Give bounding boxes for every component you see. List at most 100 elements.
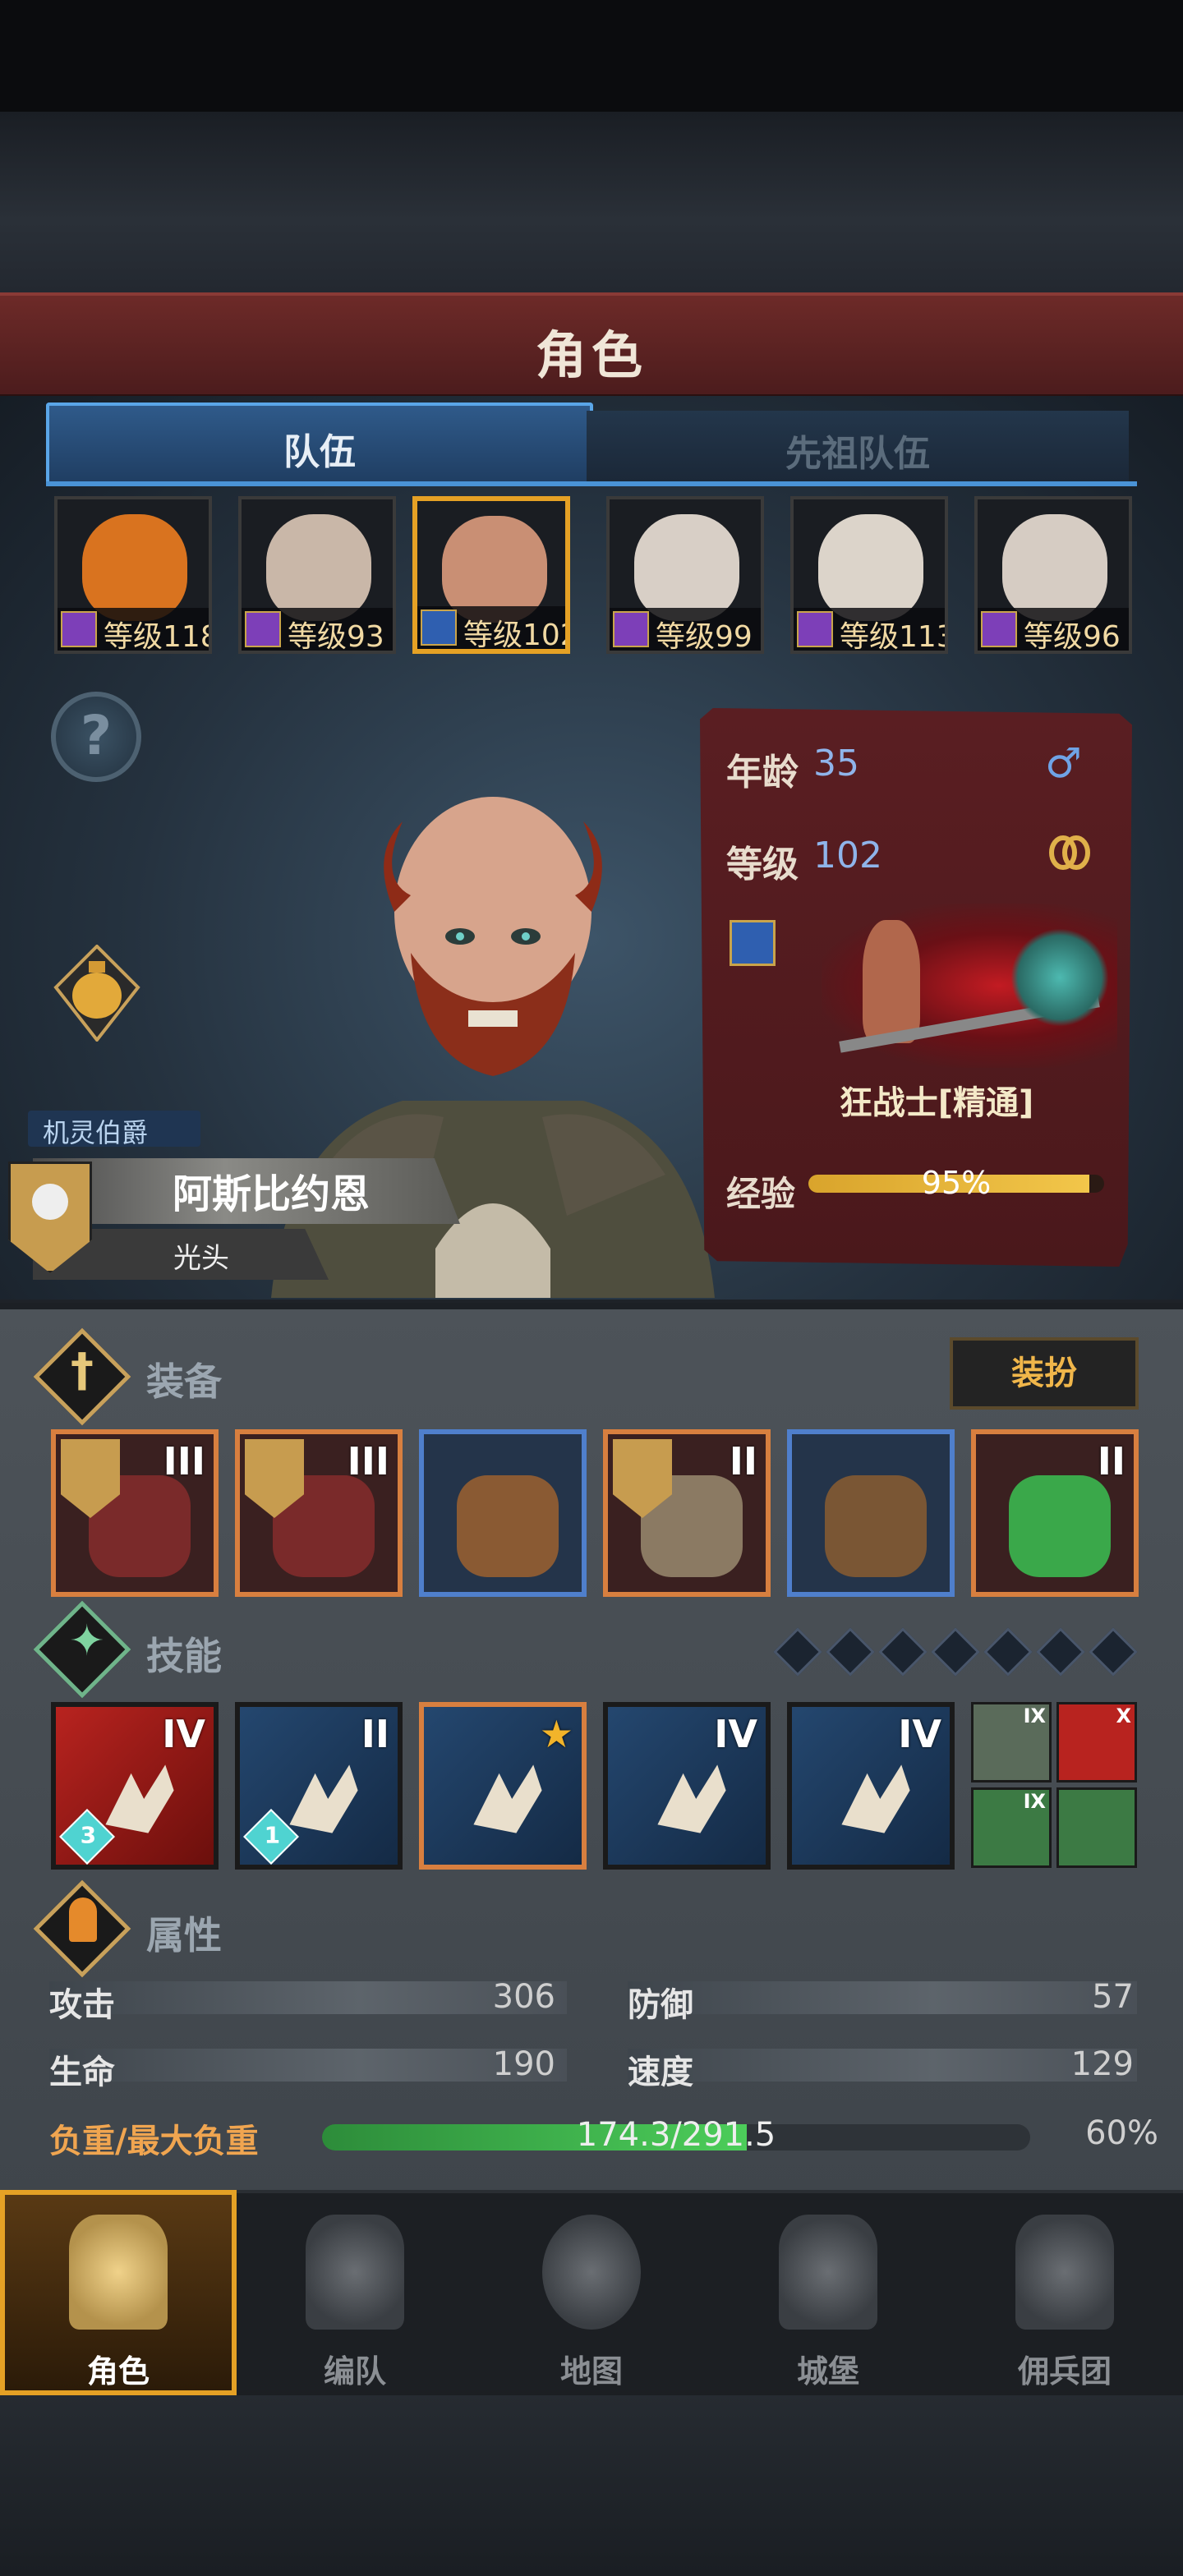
equipment-slot[interactable]: II xyxy=(971,1429,1139,1597)
age-label: 年龄 xyxy=(726,752,799,794)
passive-skill-slot[interactable]: X xyxy=(1056,1702,1137,1782)
party-member-face xyxy=(634,514,739,621)
skill-tier: IV xyxy=(898,1712,941,1756)
tab-party[interactable]: 队伍 xyxy=(46,402,593,485)
party-member-portrait[interactable]: 等级99 xyxy=(606,496,764,654)
party-member-face xyxy=(1002,514,1107,621)
skill-tier: ★ xyxy=(539,1712,573,1756)
exp-label: 经验 xyxy=(726,1174,796,1214)
potion-icon[interactable] xyxy=(53,945,141,1042)
level-strip: 等级93 xyxy=(242,608,393,651)
star-glyph-icon: ✦ xyxy=(69,1617,105,1666)
exp-percent: 95% xyxy=(921,1165,992,1201)
mercenary-icon xyxy=(1015,2215,1114,2330)
level-strip: 等级113 xyxy=(794,608,945,651)
staff-icon xyxy=(981,611,1017,647)
staff-icon xyxy=(613,611,649,647)
sun-emblem-icon xyxy=(32,1184,68,1220)
passive-skill-slot[interactable]: IX xyxy=(971,1702,1052,1782)
skill-gem-count: 3 xyxy=(80,1821,97,1849)
staff-icon xyxy=(797,611,833,647)
staff-icon xyxy=(61,611,97,647)
equipment-slot[interactable]: III xyxy=(235,1429,403,1597)
skill-slot[interactable]: II 1 xyxy=(235,1702,403,1870)
stat-label-attack: 攻击 xyxy=(49,1986,115,2024)
ring-icon[interactable] xyxy=(1045,831,1094,872)
helmet-icon xyxy=(306,2215,404,2330)
equipment-tier: III xyxy=(163,1439,205,1484)
party-member-face xyxy=(82,514,187,621)
dress-up-button[interactable]: 装扮 xyxy=(950,1337,1139,1410)
class-weapon-head xyxy=(1010,928,1109,1027)
stat-value-defense: 57 xyxy=(1092,1978,1134,2016)
stat-label-defense: 防御 xyxy=(628,1986,693,2024)
help-button[interactable]: ? xyxy=(51,692,141,782)
level-strip: 等级102 xyxy=(417,606,565,649)
male-gender-icon: ♂ xyxy=(1045,739,1082,787)
equipment-slot[interactable] xyxy=(787,1429,955,1597)
tab-ancestor-party[interactable]: 先祖队伍 xyxy=(587,411,1129,481)
party-member-level: 等级93 xyxy=(288,620,384,654)
nav-item-helmet[interactable]: 编队 xyxy=(237,2190,473,2395)
stat-value-attack: 306 xyxy=(492,1978,555,2016)
skill-gem-count: 1 xyxy=(264,1821,281,1849)
load-value: 174.3/291.5 xyxy=(576,2116,776,2154)
skill-slot[interactable]: IV xyxy=(603,1702,771,1870)
skill-slot[interactable]: IV 3 xyxy=(51,1702,219,1870)
equipment-tier: II xyxy=(729,1439,757,1484)
age-value: 35 xyxy=(813,743,859,784)
nav-item-compass[interactable]: 地图 xyxy=(473,2190,710,2395)
nav-item-mercenary[interactable]: 佣兵团 xyxy=(946,2190,1183,2395)
skill-slot[interactable]: ★ xyxy=(419,1702,587,1870)
skill-tier: IV xyxy=(714,1712,757,1756)
knight-icon xyxy=(69,2215,168,2330)
party-member-portrait[interactable]: 等级118 xyxy=(54,496,212,654)
sword-class-icon xyxy=(730,920,776,966)
stat-label-health: 生命 xyxy=(49,2054,115,2091)
sword-icon xyxy=(421,610,457,646)
party-member-portrait[interactable]: 等级93 xyxy=(238,496,396,654)
party-member-portrait[interactable]: 等级113 xyxy=(790,496,948,654)
character-trait: 光头 xyxy=(173,1242,229,1275)
party-member-face xyxy=(818,514,923,621)
equipment-slot[interactable] xyxy=(419,1429,587,1597)
skill-slot[interactable]: IV xyxy=(787,1702,955,1870)
staff-icon xyxy=(245,611,281,647)
skill-tier: IV xyxy=(162,1712,205,1756)
party-member-portrait[interactable]: 等级102 xyxy=(412,496,570,654)
equipment-tier: II xyxy=(1097,1439,1125,1484)
equipment-slot[interactable]: III xyxy=(51,1429,219,1597)
compass-icon xyxy=(542,2215,641,2330)
person-glyph-icon xyxy=(69,1898,97,1942)
stat-value-speed: 129 xyxy=(1070,2045,1134,2083)
level-value: 102 xyxy=(813,835,882,876)
status-bar-area xyxy=(0,0,1183,112)
level-strip: 等级96 xyxy=(978,608,1129,651)
character-name: 阿斯比约恩 xyxy=(172,1171,370,1217)
nav-item-castle[interactable]: 城堡 xyxy=(710,2190,946,2395)
noble-title: 机灵伯爵 xyxy=(43,1117,149,1148)
equipment-slot[interactable]: II xyxy=(603,1429,771,1597)
equipment-tier: III xyxy=(347,1439,389,1484)
nav-item-knight[interactable]: 角色 xyxy=(0,2190,237,2395)
passive-skill-tier: IX xyxy=(1023,1790,1046,1813)
nav-label: 角色 xyxy=(86,2353,150,2390)
party-member-portrait[interactable]: 等级96 xyxy=(974,496,1132,654)
equipment-item-icon xyxy=(457,1475,559,1577)
party-member-level: 等级96 xyxy=(1024,620,1121,654)
party-member-face xyxy=(266,514,371,621)
nav-label: 佣兵团 xyxy=(1017,2353,1112,2390)
skills-title: 技能 xyxy=(146,1634,222,1678)
class-figure xyxy=(863,920,920,1043)
nav-label: 地图 xyxy=(559,2353,623,2390)
load-label: 负重/最大负重 xyxy=(49,2123,259,2160)
level-label: 等级 xyxy=(726,844,799,886)
noble-title-badge: 机灵伯爵 xyxy=(28,1111,200,1148)
castle-icon xyxy=(779,2215,877,2330)
skill-icon xyxy=(473,1764,542,1833)
question-icon: ? xyxy=(80,704,113,767)
passive-skill-slot[interactable] xyxy=(1056,1787,1137,1868)
page-title: 角色 xyxy=(535,325,647,385)
passive-skill-slot[interactable]: IX xyxy=(971,1787,1052,1868)
skill-tier: II xyxy=(361,1712,389,1756)
